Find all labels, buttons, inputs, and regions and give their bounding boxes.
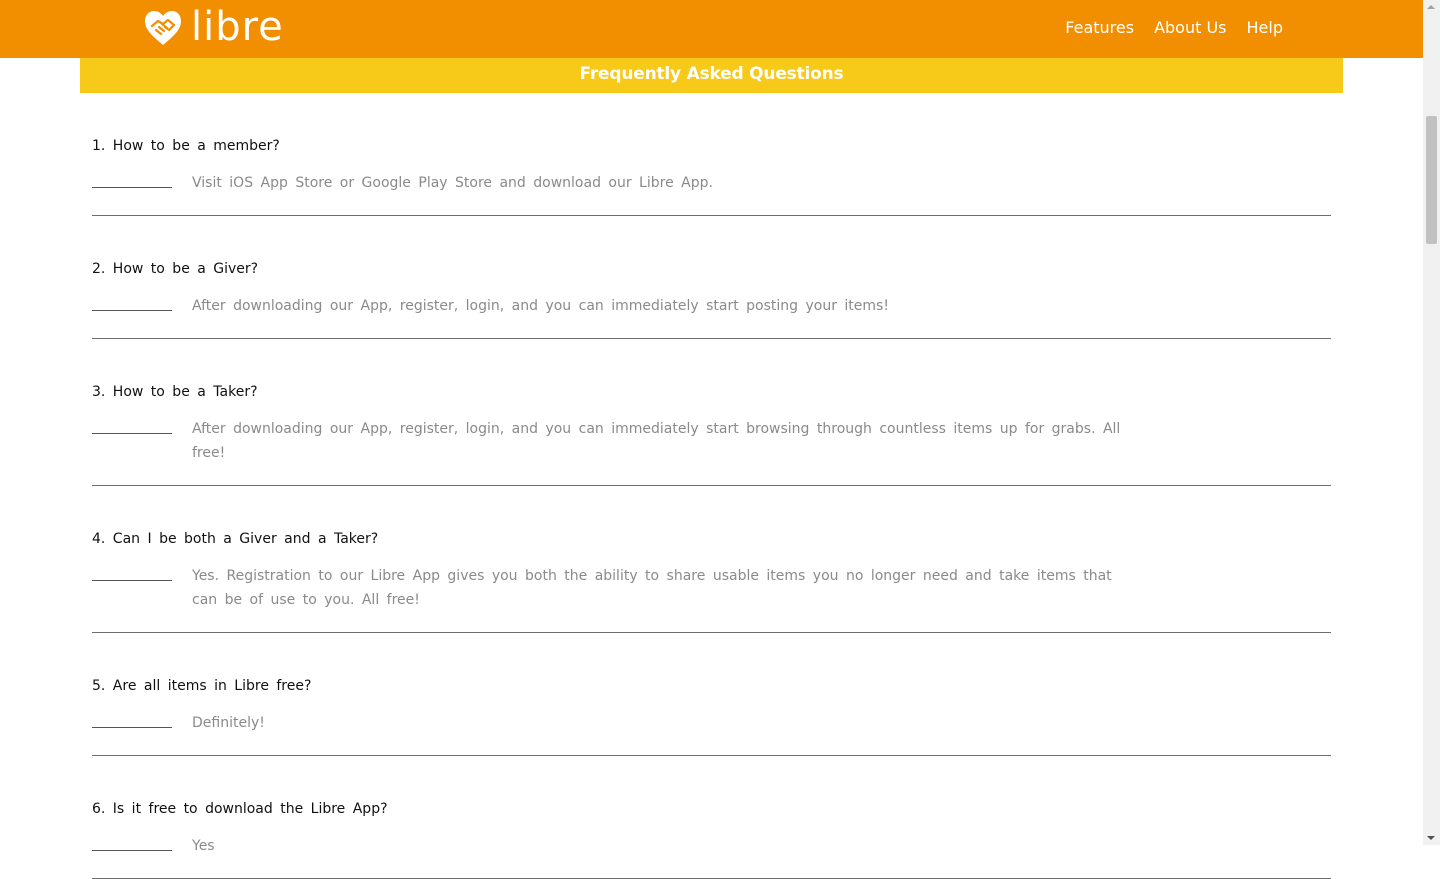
faq-answer-row: Yes <box>92 818 1331 878</box>
scroll-up-arrow-icon[interactable] <box>1427 5 1435 9</box>
scroll-down-arrow-icon[interactable] <box>1427 836 1435 840</box>
faq-item: 3. How to be a Taker? After downloading … <box>92 339 1331 486</box>
faq-item: 5. Are all items in Libre free? Definite… <box>92 633 1331 756</box>
faq-question: 2. How to be a Giver? <box>92 261 259 277</box>
faq-banner-title: Frequently Asked Questions <box>80 58 1343 93</box>
answer-divider-dash <box>92 310 172 311</box>
faq-question: 1. How to be a member? <box>92 138 280 154</box>
answer-divider-dash <box>92 433 172 434</box>
faq-answer: Yes. Registration to our Libre App gives… <box>192 568 1112 608</box>
main-nav: Features About Us Help <box>1045 18 1283 37</box>
answer-divider-dash <box>92 580 172 581</box>
faq-question: 5. Are all items in Libre free? <box>92 678 312 694</box>
faq-answer-row: Visit iOS App Store or Google Play Store… <box>92 155 1331 215</box>
faq-item: 1. How to be a member? Visit iOS App Sto… <box>92 93 1331 216</box>
faq-answer: Yes <box>192 838 215 854</box>
faq-question: 3. How to be a Taker? <box>92 384 258 400</box>
faq-list: 1. How to be a member? Visit iOS App Sto… <box>92 93 1331 879</box>
libre-logo[interactable]: libre <box>143 4 284 50</box>
nav-about-us-link[interactable]: About Us <box>1154 18 1226 37</box>
nav-features-link[interactable]: Features <box>1065 18 1134 37</box>
top-navbar: libre Features About Us Help <box>0 0 1423 58</box>
faq-answer: Definitely! <box>192 715 265 731</box>
vertical-scrollbar[interactable] <box>1423 0 1440 845</box>
nav-help-link[interactable]: Help <box>1247 18 1283 37</box>
faq-answer-row: After downloading our App, register, log… <box>92 278 1331 338</box>
answer-divider-dash <box>92 850 172 851</box>
faq-answer-row: After downloading our App, register, log… <box>92 401 1331 485</box>
faq-item: 6. Is it free to download the Libre App?… <box>92 756 1331 879</box>
answer-divider-dash <box>92 187 172 188</box>
faq-question: 6. Is it free to download the Libre App? <box>92 801 388 817</box>
faq-answer: Visit iOS App Store or Google Play Store… <box>192 175 713 191</box>
faq-item: 2. How to be a Giver? After downloading … <box>92 216 1331 339</box>
faq-item: 4. Can I be both a Giver and a Taker? Ye… <box>92 486 1331 633</box>
logo-wordmark: libre <box>191 4 284 50</box>
faq-answer: After downloading our App, register, log… <box>192 421 1121 461</box>
answer-divider-dash <box>92 727 172 728</box>
scrollbar-thumb[interactable] <box>1426 116 1437 244</box>
faq-answer-row: Yes. Registration to our Libre App gives… <box>92 548 1331 632</box>
faq-answer-row: Definitely! <box>92 695 1331 755</box>
heart-handshake-icon <box>145 11 181 45</box>
faq-answer: After downloading our App, register, log… <box>192 298 889 314</box>
faq-question: 4. Can I be both a Giver and a Taker? <box>92 531 379 547</box>
